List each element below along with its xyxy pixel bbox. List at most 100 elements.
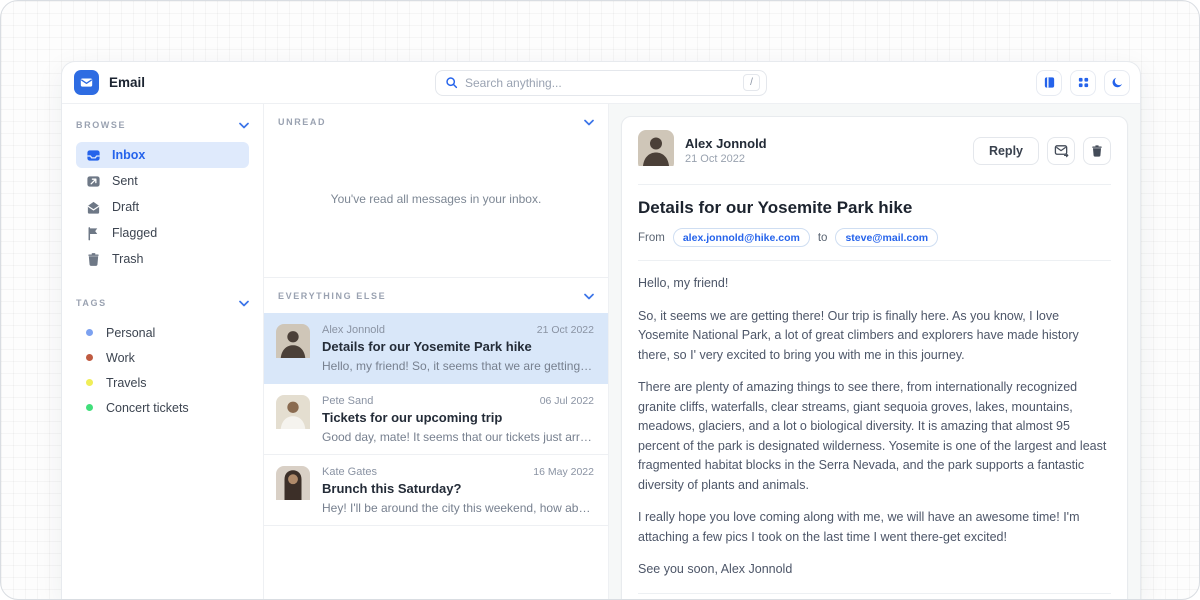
email-subject: Tickets for our upcoming trip [322,410,594,425]
divider [638,593,1111,594]
email-list-item[interactable]: Kate Gates 16 May 2022 Brunch this Satur… [264,455,608,526]
book-icon [1043,76,1056,89]
tags-section-header[interactable]: TAGS [76,294,249,312]
tag-label: Concert tickets [106,401,189,415]
topbar-actions [1036,70,1130,96]
app-title: Email [109,75,145,90]
detail-subject: Details for our Yosemite Park hike [638,198,1111,218]
tag-item-concert-tickets[interactable]: Concert tickets [76,395,249,420]
email-snippet: Good day, mate! It seems that our ticket… [322,430,594,444]
avatar [276,466,310,515]
reading-list-button[interactable] [1036,70,1062,96]
avatar [638,130,674,171]
grid-icon [1077,76,1090,89]
main-content: BROWSE Inbox [62,104,1140,599]
delete-email-button[interactable] [1083,137,1111,165]
sidebar-item-trash[interactable]: Trash [76,246,249,272]
chevron-down-icon[interactable] [239,122,249,129]
search-bar[interactable]: / [435,70,767,96]
unread-label: UNREAD [278,117,326,127]
email-logo [74,70,99,95]
tag-item-personal[interactable]: Personal [76,320,249,345]
avatar [276,324,310,373]
divider [638,184,1111,185]
to-email-pill[interactable]: steve@mail.com [835,228,938,247]
everything-else-label: EVERYTHING ELSE [278,291,386,301]
search-icon [445,76,458,89]
detail-sender-block: Alex Jonnold 21 Oct 2022 [685,136,962,165]
email-sender: Alex Jonnold [322,324,385,336]
tag-label: Work [106,351,135,365]
tags-nav: Personal Work Travels Concert tickets [76,320,249,420]
browse-nav: Inbox Sent Draft [76,142,249,272]
email-subject: Brunch this Saturday? [322,481,594,496]
envelope-icon [80,76,93,89]
chevron-down-icon[interactable] [239,300,249,307]
trash-icon [1090,144,1104,158]
mail-forward-icon [1054,143,1069,158]
email-snippet: Hey! I'll be around the city this weeken… [322,501,594,515]
chevron-down-icon[interactable] [584,293,594,300]
body-paragraph: I really hope you love coming along with… [638,508,1111,547]
email-list-item[interactable]: Pete Sand 06 Jul 2022 Tickets for our up… [264,384,608,455]
search-shortcut-badge: / [743,74,760,91]
search-input[interactable] [465,76,743,90]
flag-icon [86,226,101,241]
sidebar-item-label: Inbox [112,148,145,162]
sidebar: BROWSE Inbox [62,104,264,599]
tag-color-dot [86,329,93,336]
body-paragraph: So, it seems we are getting there! Our t… [638,307,1111,366]
email-summary: Pete Sand 06 Jul 2022 Tickets for our up… [322,395,594,444]
email-list-item[interactable]: Alex Jonnold 21 Oct 2022 Details for our… [264,313,608,384]
message-list-column: UNREAD You've read all messages in your … [264,104,609,599]
divider [638,260,1111,261]
tag-item-travels[interactable]: Travels [76,370,249,395]
email-summary: Kate Gates 16 May 2022 Brunch this Satur… [322,466,594,515]
to-label: to [818,232,828,244]
unread-section: UNREAD You've read all messages in your … [264,104,608,278]
tags-label: TAGS [76,298,107,308]
from-email-pill[interactable]: alex.jonnold@hike.com [673,228,810,247]
email-detail-panel: Alex Jonnold 21 Oct 2022 Reply [609,104,1140,599]
email-sender: Kate Gates [322,466,377,478]
detail-header: Alex Jonnold 21 Oct 2022 Reply [638,130,1111,171]
detail-actions: Reply [973,137,1111,165]
email-snippet: Hello, my friend! So, it seems that we a… [322,359,594,373]
page-background: Email / [0,0,1200,600]
unread-section-header[interactable]: UNREAD [264,104,608,127]
dark-mode-toggle[interactable] [1104,70,1130,96]
sent-icon [86,174,101,189]
draft-icon [86,200,101,215]
forward-mail-button[interactable] [1047,137,1075,165]
body-paragraph: There are plenty of amazing things to se… [638,378,1111,495]
sidebar-item-inbox[interactable]: Inbox [76,142,249,168]
unread-empty-state: You've read all messages in your inbox. [264,127,608,277]
from-to-row: From alex.jonnold@hike.com to steve@mail… [638,228,1111,247]
reply-button[interactable]: Reply [973,137,1039,165]
inbox-icon [86,148,101,163]
sidebar-item-label: Trash [112,252,144,266]
detail-sender-name: Alex Jonnold [685,136,962,151]
apps-grid-button[interactable] [1070,70,1096,96]
browse-label: BROWSE [76,120,126,130]
tag-color-dot [86,404,93,411]
tag-item-work[interactable]: Work [76,345,249,370]
sidebar-item-flagged[interactable]: Flagged [76,220,249,246]
email-subject: Details for our Yosemite Park hike [322,339,594,354]
sidebar-item-draft[interactable]: Draft [76,194,249,220]
email-body: Hello, my friend! So, it seems we are ge… [638,274,1111,580]
body-paragraph: See you soon, Alex Jonnold [638,560,1111,580]
body-paragraph: Hello, my friend! [638,274,1111,294]
sidebar-item-sent[interactable]: Sent [76,168,249,194]
tag-label: Travels [106,376,147,390]
email-sender: Pete Sand [322,395,373,407]
tag-color-dot [86,354,93,361]
everything-else-header[interactable]: EVERYTHING ELSE [264,278,608,313]
trash-icon [86,252,101,267]
browse-section-header[interactable]: BROWSE [76,116,249,134]
email-detail-card: Alex Jonnold 21 Oct 2022 Reply [621,116,1128,599]
detail-date: 21 Oct 2022 [685,153,962,165]
from-label: From [638,232,665,244]
tag-color-dot [86,379,93,386]
chevron-down-icon[interactable] [584,119,594,126]
